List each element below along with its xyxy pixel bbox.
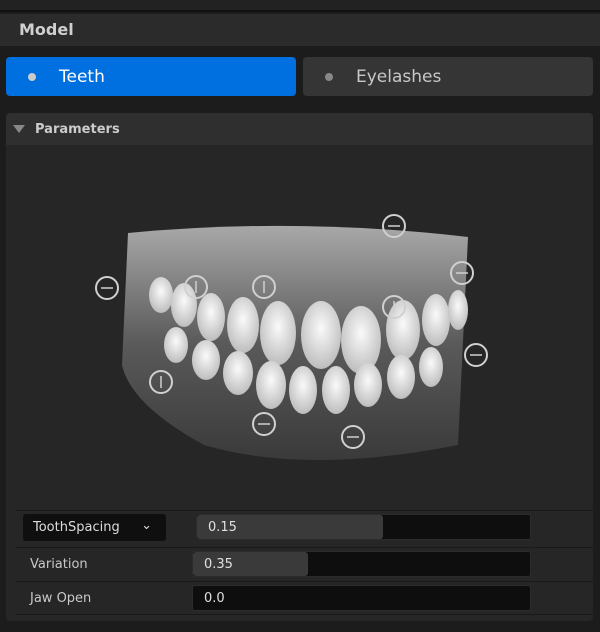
collapse-triangle-icon <box>13 125 25 133</box>
section-header: Model <box>0 14 600 46</box>
tab-label: Teeth <box>59 66 105 87</box>
parameter-dropdown[interactable]: ToothSpacing ⌄ <box>23 514 166 541</box>
slider-value: 0.35 <box>204 557 233 572</box>
section-title: Model <box>19 20 74 39</box>
variation-label: Variation <box>30 557 88 572</box>
tab-label: Eyelashes <box>356 66 442 87</box>
tooth-spacing-slider[interactable]: 0.15 <box>196 514 531 540</box>
jaw-open-label: Jaw Open <box>30 591 92 606</box>
panel-title: Parameters <box>35 121 120 137</box>
dot-icon <box>28 72 36 81</box>
variation-slider[interactable]: 0.35 <box>192 551 531 577</box>
top-bar <box>0 0 600 12</box>
parameters-header[interactable]: Parameters <box>6 113 593 145</box>
jaw-open-row: Jaw Open 0.0 <box>16 581 593 615</box>
chevron-down-icon: ⌄ <box>141 518 152 533</box>
variation-row: Variation 0.35 <box>16 547 593 581</box>
tab-eyelashes[interactable]: Eyelashes <box>303 57 593 96</box>
teeth-viewport[interactable] <box>6 145 593 510</box>
slider-value: 0.0 <box>204 591 225 606</box>
parameters-panel: Parameters ToothSpacing ⌄ 0.15 Variation … <box>6 113 593 621</box>
teeth-model-image <box>95 214 488 460</box>
dot-icon <box>325 72 333 81</box>
tab-teeth[interactable]: Teeth <box>6 57 296 96</box>
jaw-open-slider[interactable]: 0.0 <box>192 585 531 611</box>
dropdown-value: ToothSpacing <box>33 520 120 535</box>
tooth-spacing-row: ToothSpacing ⌄ 0.15 <box>16 510 593 544</box>
slider-value: 0.15 <box>208 520 237 535</box>
